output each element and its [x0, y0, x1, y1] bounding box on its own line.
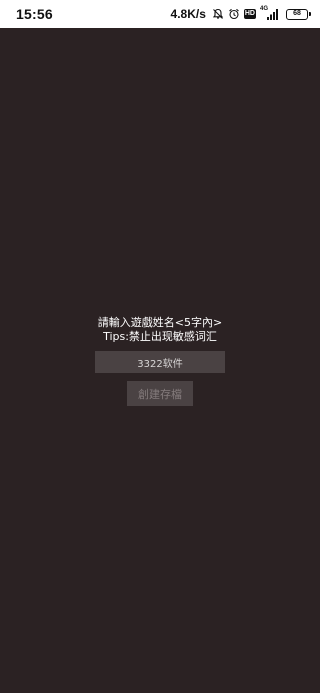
tips-text: Tips:禁止出现敏感词汇: [103, 330, 217, 343]
game-name-input[interactable]: [95, 351, 225, 373]
battery-icon: 68: [286, 8, 311, 20]
notifications-muted-icon: [212, 8, 224, 20]
alarm-clock-icon: [228, 8, 240, 20]
name-prompt: 請輸入遊戲姓名<5字內>: [97, 316, 223, 329]
net-speed: 4.8K/s: [170, 7, 206, 21]
create-save-button[interactable]: 創建存檔: [127, 381, 193, 406]
battery-level: 68: [293, 10, 301, 17]
status-icons: 4.8K/s HD 4G 68: [170, 6, 311, 21]
cellular-signal-icon: 4G: [260, 6, 280, 21]
hd-voice-icon: HD: [243, 9, 256, 19]
status-bar: 15:56 4.8K/s HD 4G 68: [0, 0, 320, 28]
status-time: 15:56: [16, 6, 53, 22]
